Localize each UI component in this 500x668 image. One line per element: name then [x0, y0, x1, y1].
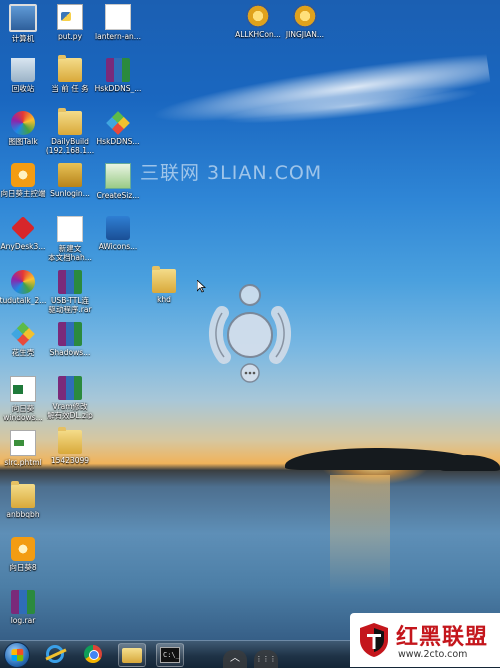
rar-archive-icon [58, 322, 82, 346]
logo-url: www.2cto.com [398, 649, 468, 660]
taskbar-file-explorer[interactable] [118, 643, 146, 667]
sun-reflection [330, 475, 390, 595]
rar-archive-icon [11, 590, 35, 614]
island-silhouette [440, 455, 500, 471]
cube-app-icon [106, 111, 130, 135]
windows-start-icon [11, 648, 24, 662]
anydesk-icon [11, 216, 35, 240]
shield-logo-icon [360, 623, 388, 657]
folder-icon [152, 266, 176, 293]
site-logo: 红黑联盟 www.2cto.com [350, 613, 500, 667]
desktop-icon-shadows[interactable]: Shadows... [42, 322, 98, 357]
python-file-icon [57, 4, 83, 30]
computer-icon [9, 4, 37, 32]
desktop-icon-lantern[interactable]: lantern-an... [90, 4, 146, 41]
terminal-icon: C:\_ [160, 647, 180, 663]
folder-icon [11, 481, 35, 508]
expand-up-button[interactable]: ︿ [223, 650, 247, 668]
pin-app-icon [58, 163, 82, 187]
taskbar-chrome[interactable] [80, 643, 106, 665]
logo-name: 红黑联盟 [396, 625, 489, 650]
desktop-icon-sunlogin8[interactable]: 向日葵8 [0, 537, 51, 572]
gear-app-icon [293, 4, 317, 28]
app-window-icon [105, 163, 131, 189]
html-file-icon [10, 430, 36, 456]
rar-archive-icon [58, 376, 82, 400]
desktop-icon-15423099[interactable]: 15423099 [42, 427, 98, 465]
keyboard-grid-button[interactable]: ⋮⋮⋮ [254, 650, 278, 668]
sunflower-icon [11, 163, 35, 187]
desktop-icon-awicons[interactable]: AWicons... [90, 216, 146, 251]
desktop-icon-createsize[interactable]: CreateSiz... [90, 163, 146, 200]
folder-icon [58, 427, 82, 454]
chat-app-icon [11, 111, 35, 135]
desktop-icon-jingjian[interactable]: JINGJIAN... [277, 4, 333, 39]
taskbar-internet-explorer[interactable] [42, 643, 68, 665]
start-button[interactable] [4, 642, 30, 668]
taskbar-command-prompt[interactable]: C:\_ [156, 643, 184, 667]
document-icon [57, 216, 83, 242]
excel-file-icon [10, 376, 36, 402]
floating-gesture-button[interactable] [200, 283, 300, 383]
recycle-bin-icon [11, 58, 35, 82]
cube-app-icon [11, 322, 35, 346]
desktop-icon-khd[interactable]: khd [136, 266, 192, 304]
desktop-icon-usb-ttl[interactable]: USB-TTL连 驱动程序.rar [42, 270, 98, 314]
desktop-icon-vram[interactable]: Vram修改 解有效DL.zip [42, 376, 98, 420]
desktop-icon-anbbqbh[interactable]: anbbqbh [0, 481, 51, 519]
watermark-text: 三联网 3LIAN.COM [140, 162, 323, 184]
document-icon [105, 4, 131, 30]
ie-icon [46, 645, 64, 663]
gear-app-icon [246, 4, 270, 28]
folder-icon [58, 108, 82, 135]
desktop[interactable]: 三联网 3LIAN.COM 计算机 回收站 图图Talk 向日葵主控端 AnyD… [0, 0, 500, 667]
sunflower-icon [11, 537, 35, 561]
rar-archive-icon [58, 270, 82, 294]
app-window-icon [106, 216, 130, 240]
chat-app-icon [11, 270, 35, 294]
folder-icon [122, 647, 142, 663]
desktop-icon-log-rar[interactable]: log.rar [0, 590, 51, 625]
chrome-icon [84, 645, 102, 663]
rar-archive-icon [106, 58, 130, 82]
desktop-icon-hskddns-rar[interactable]: HskDDNS_... [90, 58, 146, 93]
desktop-icon-hskddns[interactable]: HskDDNS... [90, 111, 146, 146]
folder-icon [58, 55, 82, 82]
